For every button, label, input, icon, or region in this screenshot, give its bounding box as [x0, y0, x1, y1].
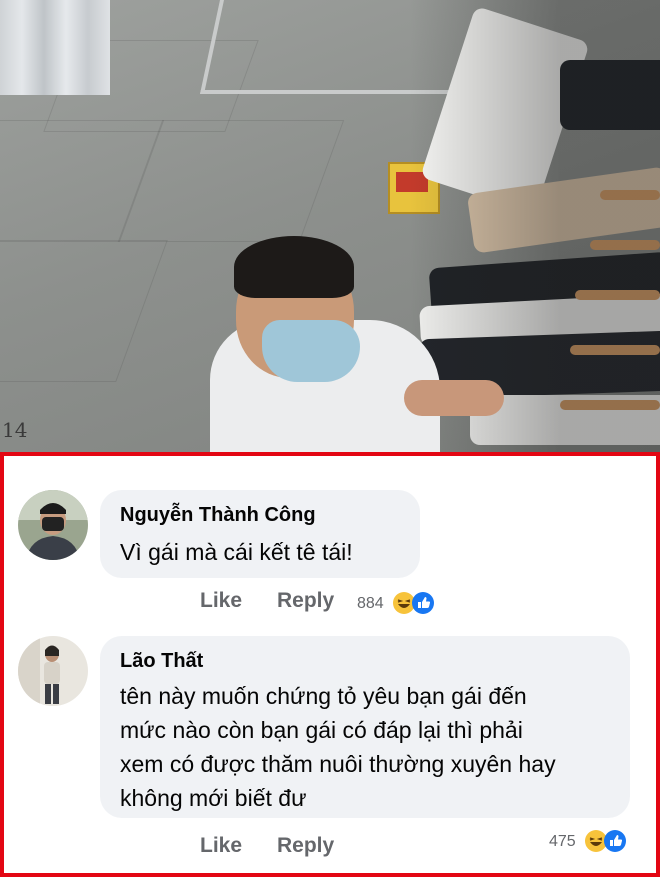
person-hair — [234, 236, 354, 298]
face-mask — [262, 320, 360, 382]
reaction-count[interactable]: 884 — [357, 595, 384, 613]
like-button[interactable]: Like — [200, 834, 242, 858]
comment-text-line: tên này muốn chứng tỏ yêu bạn gái đến — [120, 683, 527, 709]
like-button[interactable]: Like — [200, 589, 242, 613]
comments-panel: Nguyễn Thành Công Vì gái mà cái kết tê t… — [0, 452, 660, 877]
avatar[interactable] — [18, 490, 88, 560]
reply-button[interactable]: Reply — [277, 589, 334, 613]
avatar[interactable] — [18, 636, 88, 706]
curtain — [0, 0, 110, 95]
like-icon — [412, 592, 434, 614]
comment-text-line: mức nào còn bạn gái có đáp lại thì phải — [120, 717, 523, 743]
reaction-count[interactable]: 475 — [549, 833, 576, 851]
comment-text: Vì gái mà cái kết tê tái! — [120, 539, 353, 565]
comment-text-line: không mới biết đư — [120, 785, 307, 811]
person-hand — [404, 380, 504, 416]
reply-button[interactable]: Reply — [277, 834, 334, 858]
comment-text-line: xem có được thăm nuôi thường xuyên hay — [120, 751, 556, 777]
cctv-photo: 14 — [0, 0, 660, 452]
like-icon — [604, 830, 626, 852]
camera-timestamp: 14 — [2, 418, 28, 442]
floor-tile — [0, 240, 168, 382]
comment-author[interactable]: Lão Thất — [120, 650, 203, 673]
comment-author[interactable]: Nguyễn Thành Công — [120, 504, 316, 527]
